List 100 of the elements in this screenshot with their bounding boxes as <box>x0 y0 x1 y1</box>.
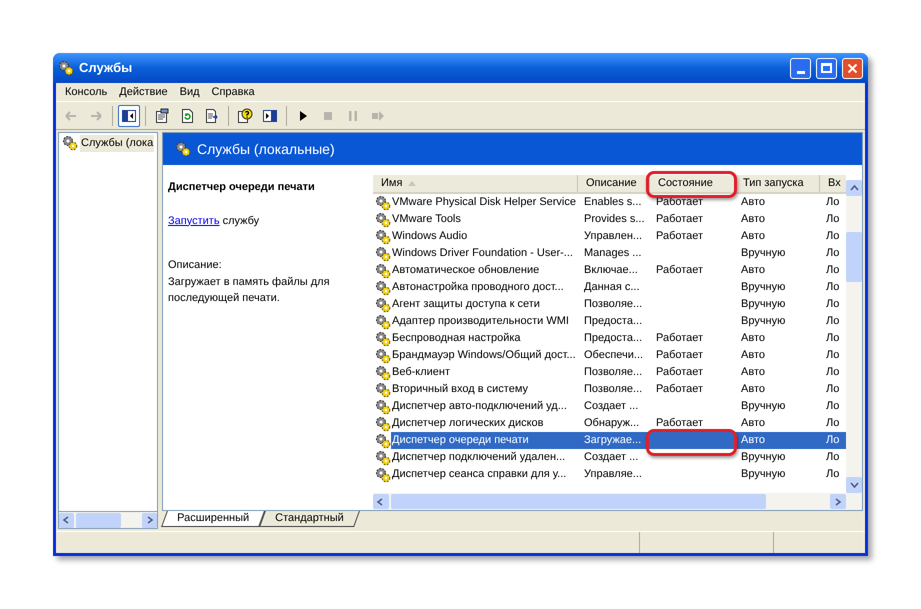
minimize-button[interactable] <box>790 58 811 78</box>
table-cell-text: Ло <box>825 467 840 482</box>
table-row[interactable]: Диспетчер подключений удален... Создает ... Вручную Ло <box>373 449 846 466</box>
table-cell-text: Ло <box>825 263 840 278</box>
services-icon <box>58 60 74 76</box>
service-icon <box>375 416 391 432</box>
column-header[interactable]: Имя <box>373 175 578 192</box>
service-icon <box>375 246 391 262</box>
table-cell-text: Ло <box>825 348 840 363</box>
table-cell-text: Enables s... <box>583 195 642 210</box>
table-cell-text: Provides s... <box>583 212 646 227</box>
table-cell-text: Включае... <box>583 263 639 278</box>
table-cell-text: Авто <box>740 195 766 210</box>
panel-toggle-icon-button[interactable] <box>118 104 140 126</box>
table-cell-text: Авто <box>740 348 766 363</box>
table-cell: Ло <box>820 432 846 449</box>
table-cell-text: Данная с... <box>583 280 641 295</box>
table-cell-text: Позволяе... <box>583 365 644 380</box>
close-button[interactable] <box>842 58 863 78</box>
table-cell-text: Веб-клиент <box>391 365 452 380</box>
table-row[interactable]: Диспетчер очереди печати Загружае... Авто Ло <box>373 432 846 449</box>
table-cell-text: Авто <box>740 229 766 244</box>
tree-item[interactable]: Службы (лока <box>80 135 154 152</box>
view-tab[interactable]: Расширенный <box>161 511 265 527</box>
table-cell-text: Управлен... <box>583 229 644 244</box>
close-icon <box>847 62 858 74</box>
table-cell-text: Manages ... <box>583 246 642 261</box>
table-cell-text: Ло <box>825 331 840 346</box>
table-cell-text: Вручную <box>740 450 786 465</box>
table-row[interactable]: Диспетчер логических дисков Обнаруж... Работает Авто Ло <box>373 415 846 432</box>
table-cell-text: Вручную <box>740 297 786 312</box>
table-row[interactable]: Веб-клиент Позволяе... Работает Авто Ло <box>373 364 846 381</box>
table-cell-text: Предоста... <box>583 331 644 346</box>
table-row[interactable]: Автоматическое обновление Включае... Работает Авто Ло <box>373 262 846 279</box>
table-cell-text: Ло <box>825 229 840 244</box>
table-cell-text: Предоста... <box>583 314 644 329</box>
horizontal-scrollbar[interactable] <box>373 493 862 510</box>
pane-title: Службы (локальные) <box>197 140 335 159</box>
scroll-thumb[interactable] <box>76 512 121 528</box>
table-row[interactable]: Адаптер производительности WMI Предоста... Вручную Ло <box>373 313 846 330</box>
table-row[interactable]: Windows Driver Foundation - User-... Manages ... Вручную Ло <box>373 245 846 262</box>
table-cell-text: Создает ... <box>583 450 640 465</box>
service-icon <box>375 432 391 448</box>
table-cell-text: Ло <box>825 212 840 227</box>
table-cell-text: Ло <box>825 382 840 397</box>
menu-item[interactable]: Консоль <box>59 84 114 100</box>
table-row[interactable]: VMware Tools Provides s... Работает Авто Ло <box>373 211 846 228</box>
table-cell-text: Работает <box>655 365 704 380</box>
panel-toggle-icon <box>121 108 137 124</box>
vertical-scrollbar[interactable] <box>846 180 862 493</box>
column-header[interactable]: Состояние <box>650 175 735 192</box>
table-row[interactable]: Windows Audio Управлен... Работает Авто Ло <box>373 228 846 245</box>
table-cell-text: Вручную <box>740 280 786 295</box>
table-row[interactable]: Вторичный вход в систему Позволяе... Работает Авто Ло <box>373 381 846 398</box>
table-cell-text: Беспроводная настройка <box>391 331 522 346</box>
description-text: Загружает в память файлы для последующей печати. <box>168 274 331 306</box>
table-cell-text: Вручную <box>740 246 786 261</box>
table-cell-text: Авто <box>740 212 766 227</box>
table-cell-text: Вручную <box>740 399 786 414</box>
table-cell-text: Ло <box>825 416 840 431</box>
table-cell-text: Вторичный вход в систему <box>391 382 530 397</box>
table-row[interactable]: Агент защиты доступа к сети Позволяе... Вручную Ло <box>373 296 846 313</box>
table-cell-text: Управляе... <box>583 467 643 482</box>
table-cell-text: Адаптер производительности WMI <box>391 314 570 329</box>
table-row[interactable]: Беспроводная настройка Предоста... Работает Авто Ло <box>373 330 846 347</box>
table-row[interactable]: Диспетчер сеанса справки для у... Управляе... Вручную Ло <box>373 466 846 483</box>
table-cell-text: Ло <box>825 399 840 414</box>
table-cell-text: VMware Physical Disk Helper Service <box>391 195 577 210</box>
table-row[interactable]: Брандмауэр Windows/Общий дост... Обеспечи... Работает Авто Ло <box>373 347 846 364</box>
scroll-thumb[interactable] <box>846 232 862 282</box>
menu-item[interactable]: Вид <box>174 84 206 100</box>
table-row[interactable]: VMware Physical Disk Helper Service Enables s... Работает Авто Ло <box>373 194 846 211</box>
menu-item[interactable]: Справка <box>206 84 261 100</box>
service-title: Диспетчер очереди печати <box>168 180 316 195</box>
service-icon <box>375 364 391 380</box>
help-icon <box>237 108 253 124</box>
horizontal-scrollbar[interactable] <box>58 512 158 529</box>
table-cell-text: Работает <box>655 195 704 210</box>
start-link[interactable]: Запустить <box>168 214 220 226</box>
table-cell-text: Авто <box>740 416 766 431</box>
table-cell-text: Ло <box>825 314 840 329</box>
table-cell-text: Диспетчер авто-подключений уд... <box>391 399 568 414</box>
export-icon <box>204 108 220 124</box>
service-icon <box>375 348 391 364</box>
table-cell-text: Ло <box>825 450 840 465</box>
menu-item[interactable]: Действие <box>113 84 174 100</box>
table-cell-text: Брандмауэр Windows/Общий дост... <box>391 348 577 363</box>
table-cell-text: Диспетчер логических дисков <box>391 416 545 431</box>
service-icon <box>375 262 391 278</box>
maximize-button[interactable] <box>816 58 837 78</box>
table-cell: Загружае... <box>578 432 650 449</box>
table-row[interactable]: Диспетчер авто-подключений уд... Создает ... Вручную Ло <box>373 398 846 415</box>
service-icon <box>375 228 391 244</box>
table-row[interactable]: Автонастройка проводного дост... Данная с... Вручную Ло <box>373 279 846 296</box>
column-header[interactable]: Описание <box>578 175 650 192</box>
table-cell-text: Работает <box>655 331 704 346</box>
refresh-icon <box>179 108 195 124</box>
scroll-thumb[interactable] <box>391 494 766 509</box>
view-tab[interactable]: Стандартный <box>259 511 360 527</box>
column-header[interactable]: Тип запуска <box>735 175 820 192</box>
